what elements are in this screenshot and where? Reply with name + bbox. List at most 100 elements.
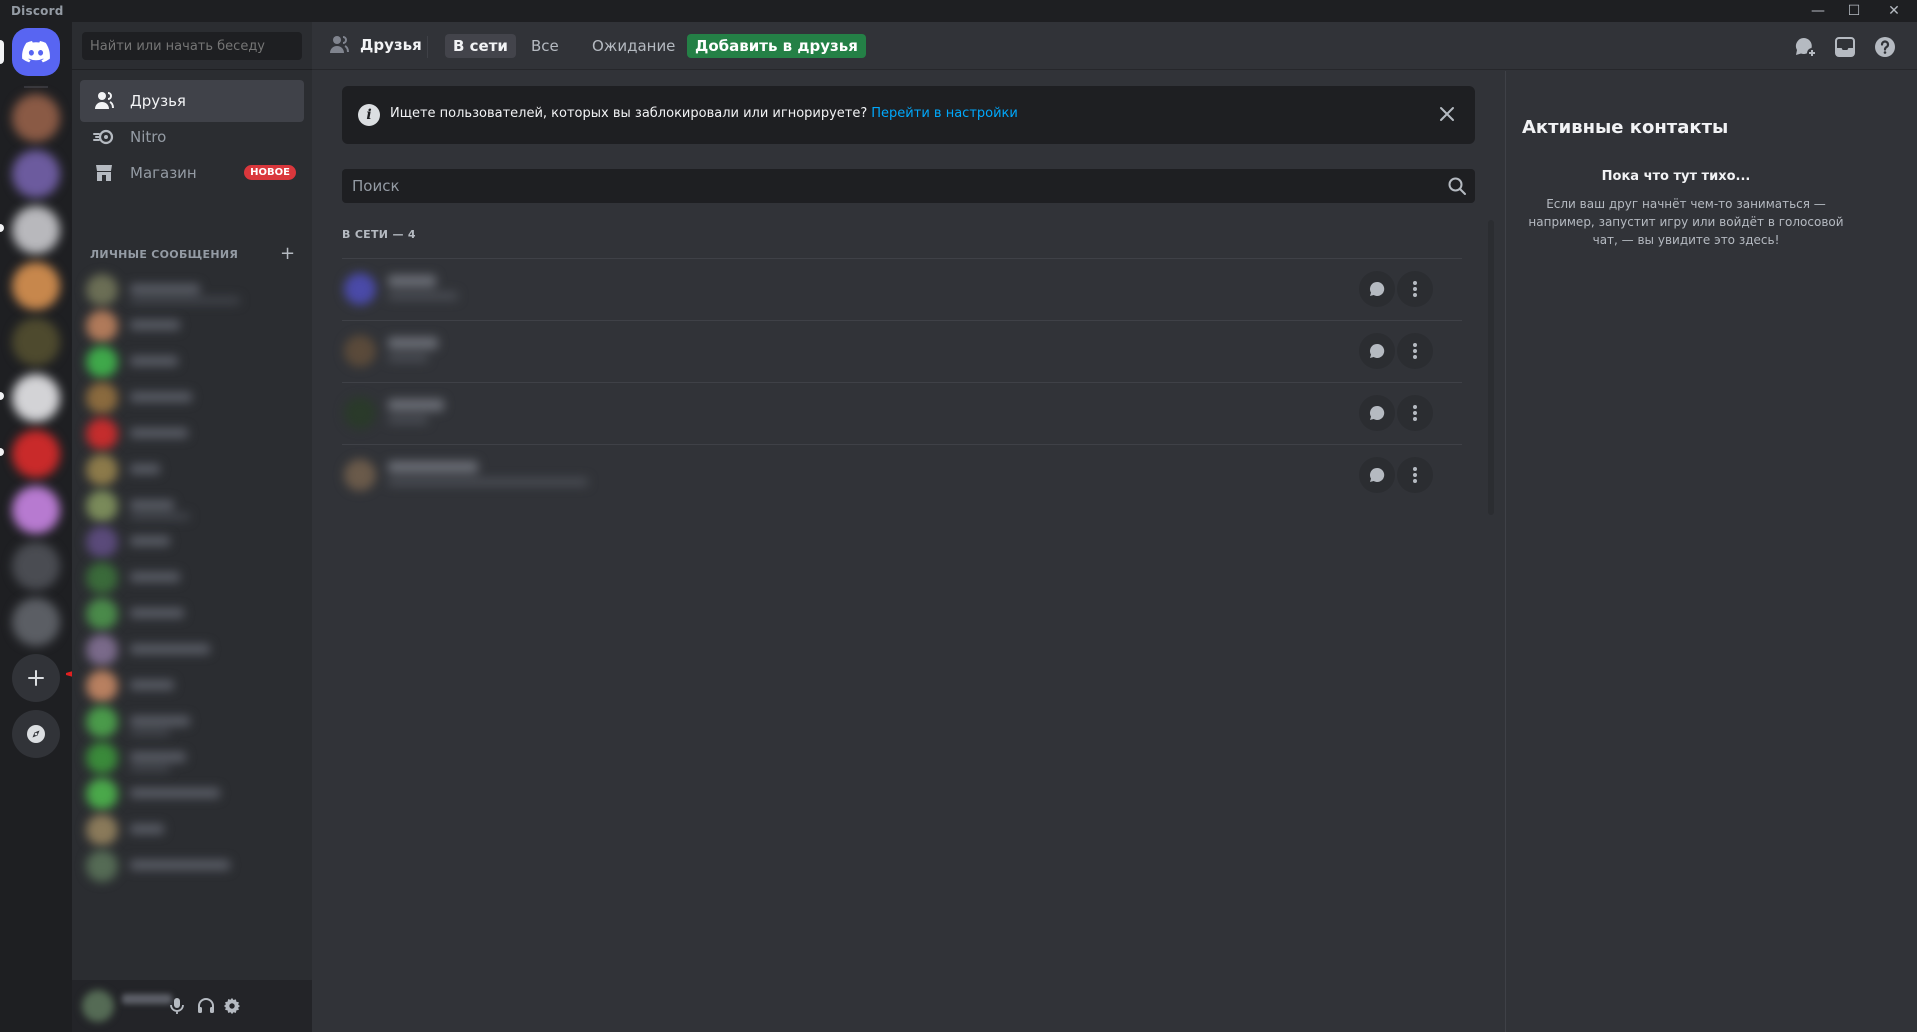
tab-pending[interactable]: Ожидание bbox=[584, 34, 683, 58]
dm-name bbox=[130, 320, 180, 330]
close-window-button[interactable]: ✕ bbox=[1882, 0, 1906, 22]
server-icon[interactable] bbox=[12, 94, 60, 142]
minimize-button[interactable]: — bbox=[1806, 0, 1830, 22]
server-folder[interactable] bbox=[12, 598, 60, 646]
server-icon[interactable] bbox=[12, 262, 60, 310]
add-friend-button[interactable]: Добавить в друзья bbox=[687, 34, 866, 58]
user-panel bbox=[72, 980, 312, 1032]
dm-item[interactable] bbox=[86, 306, 298, 346]
new-group-dm-icon bbox=[1795, 37, 1817, 58]
empty-state-description: Если ваш друг начнёт чем-то заниматься —… bbox=[1528, 197, 1844, 247]
server-icon[interactable] bbox=[12, 374, 60, 422]
dm-item[interactable] bbox=[86, 594, 298, 634]
add-server-button[interactable] bbox=[12, 654, 60, 702]
dm-item[interactable] bbox=[86, 270, 298, 310]
friends-search-input[interactable] bbox=[342, 169, 1442, 203]
server-icon[interactable] bbox=[12, 150, 60, 198]
maximize-button[interactable]: ☐ bbox=[1842, 0, 1866, 22]
dm-item[interactable] bbox=[86, 738, 298, 778]
avatar bbox=[86, 706, 118, 738]
dm-item[interactable] bbox=[86, 846, 298, 886]
more-options-button[interactable] bbox=[1397, 395, 1433, 431]
chat-bubble-icon bbox=[1370, 467, 1385, 482]
more-vertical-icon bbox=[1413, 467, 1417, 483]
tab-online[interactable]: В сети bbox=[445, 34, 516, 58]
tab-all[interactable]: Все bbox=[523, 34, 567, 58]
dm-item[interactable] bbox=[86, 666, 298, 706]
message-button[interactable] bbox=[1359, 333, 1395, 369]
avatar bbox=[86, 670, 118, 702]
more-options-button[interactable] bbox=[1397, 271, 1433, 307]
dm-item[interactable] bbox=[86, 414, 298, 454]
server-icon[interactable] bbox=[12, 430, 60, 478]
inbox-button[interactable] bbox=[1832, 34, 1858, 60]
unread-indicator bbox=[0, 448, 4, 456]
server-icon[interactable] bbox=[12, 486, 60, 534]
home-button[interactable] bbox=[12, 28, 60, 76]
help-button[interactable] bbox=[1872, 34, 1898, 60]
scrollbar[interactable] bbox=[1488, 220, 1494, 515]
avatar[interactable] bbox=[82, 990, 114, 1022]
create-dm-button[interactable]: + bbox=[280, 243, 295, 264]
dm-item[interactable] bbox=[86, 810, 298, 850]
sidebar-divider bbox=[72, 69, 312, 70]
dm-name bbox=[130, 608, 184, 618]
friend-info bbox=[342, 320, 632, 382]
user-settings-button[interactable] bbox=[218, 992, 246, 1020]
active-now-title: Активные контакты bbox=[1522, 117, 1729, 138]
friend-name bbox=[388, 461, 478, 473]
message-button[interactable] bbox=[1359, 457, 1395, 493]
dm-status bbox=[130, 513, 190, 520]
banner-close-button[interactable] bbox=[1435, 102, 1459, 126]
nav-item-shop[interactable]: Магазин НОВОЕ bbox=[80, 152, 304, 194]
message-button[interactable] bbox=[1359, 395, 1395, 431]
chat-bubble-icon bbox=[1370, 281, 1385, 296]
dm-item[interactable] bbox=[86, 486, 298, 526]
server-icon[interactable] bbox=[12, 542, 60, 590]
explore-servers-button[interactable] bbox=[12, 710, 60, 758]
friend-name bbox=[388, 275, 436, 287]
dm-item[interactable] bbox=[86, 522, 298, 562]
page-title-text: Друзья bbox=[360, 36, 422, 54]
dm-name bbox=[130, 356, 178, 366]
avatar bbox=[86, 742, 118, 774]
dm-sidebar: Друзья Nitro Магазин НОВОЕ ЛИЧНЫЕ СООБЩЕ… bbox=[72, 22, 312, 1032]
dm-item[interactable] bbox=[86, 342, 298, 382]
friend-row[interactable] bbox=[342, 258, 1462, 320]
main-content: Друзья В сети Все Ожидание Добавить в др… bbox=[312, 22, 1917, 1032]
banner-text: Ищете пользователей, которых вы заблокир… bbox=[390, 106, 868, 121]
server-icon[interactable] bbox=[12, 318, 60, 366]
friend-info bbox=[342, 444, 632, 506]
server-icon[interactable] bbox=[12, 206, 60, 254]
dm-name bbox=[130, 860, 230, 870]
deafen-button[interactable] bbox=[192, 992, 220, 1020]
dm-item[interactable] bbox=[86, 450, 298, 490]
friend-row[interactable] bbox=[342, 382, 1462, 444]
dm-item[interactable] bbox=[86, 558, 298, 598]
dm-item[interactable] bbox=[86, 630, 298, 670]
more-options-button[interactable] bbox=[1397, 457, 1433, 493]
avatar bbox=[86, 346, 118, 378]
friend-info bbox=[342, 382, 632, 444]
conversation-search-input[interactable] bbox=[82, 32, 302, 60]
message-button[interactable] bbox=[1359, 271, 1395, 307]
more-vertical-icon bbox=[1413, 405, 1417, 421]
more-options-button[interactable] bbox=[1397, 333, 1433, 369]
app-title: Discord bbox=[11, 4, 64, 18]
friends-header: Друзья В сети Все Ожидание Добавить в др… bbox=[312, 22, 1917, 70]
friend-status bbox=[388, 354, 428, 362]
avatar bbox=[86, 562, 118, 594]
dm-item[interactable] bbox=[86, 774, 298, 814]
dm-item[interactable] bbox=[86, 702, 298, 742]
new-group-dm-button[interactable] bbox=[1792, 34, 1818, 60]
dm-name bbox=[130, 644, 210, 654]
mute-button[interactable] bbox=[163, 992, 191, 1020]
friend-row[interactable] bbox=[342, 320, 1462, 382]
window-titlebar: Discord — ☐ ✕ bbox=[0, 0, 1917, 22]
settings-link[interactable]: Перейти в настройки bbox=[871, 106, 1018, 121]
avatar bbox=[86, 310, 118, 342]
friend-row[interactable] bbox=[342, 444, 1462, 506]
dm-name bbox=[130, 824, 164, 834]
blocked-users-banner: i Ищете пользователей, которых вы заблок… bbox=[342, 86, 1475, 144]
dm-item[interactable] bbox=[86, 378, 298, 418]
